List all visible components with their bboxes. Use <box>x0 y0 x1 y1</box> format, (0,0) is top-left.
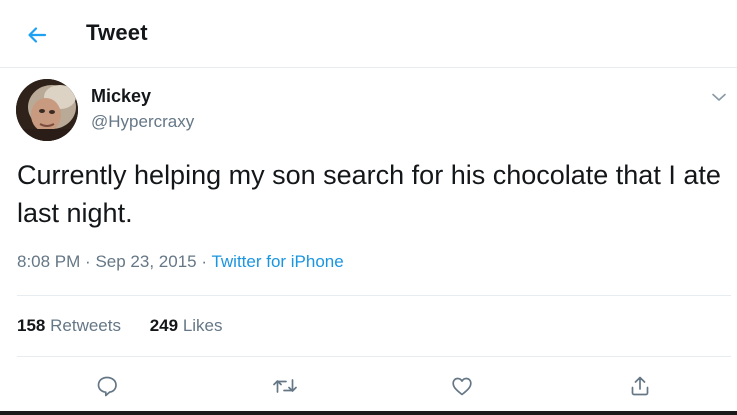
like-icon <box>452 377 472 396</box>
meta-separator: · <box>201 252 208 271</box>
tweet-metadata: 8:08 PM · Sep 23, 2015 · Twitter for iPh… <box>17 252 344 272</box>
like-button[interactable] <box>446 370 478 402</box>
divider <box>17 356 731 357</box>
retweets-count: 158 <box>17 316 46 335</box>
divider <box>17 295 731 296</box>
more-options-button[interactable] <box>706 84 732 110</box>
retweet-icon <box>273 379 297 393</box>
likes-count: 249 <box>149 316 179 335</box>
reply-button[interactable] <box>91 370 123 402</box>
likes-stat[interactable]: 249 Likes <box>150 316 223 336</box>
page-title: Tweet <box>86 20 148 45</box>
bottom-border <box>0 411 737 415</box>
tweet-time[interactable]: 8:08 PM <box>17 252 80 271</box>
chevron-down-icon <box>712 93 726 101</box>
tweet-stats: 158 Retweets 249 Likes <box>17 316 247 336</box>
avatar[interactable] <box>16 79 78 141</box>
tweet-date[interactable]: Sep 23, 2015 <box>95 252 196 271</box>
tweet-actions <box>0 366 737 406</box>
author-display-name[interactable]: Mickey <box>91 86 151 107</box>
likes-label: Likes <box>182 316 223 335</box>
tweet-text: Currently helping my son search for his … <box>17 160 721 228</box>
back-button[interactable] <box>20 18 54 52</box>
share-icon <box>631 376 649 396</box>
user-avatar-icon <box>16 79 78 141</box>
reply-icon <box>97 376 117 397</box>
retweets-stat[interactable]: 158 Retweets <box>17 316 121 336</box>
meta-separator: · <box>85 252 91 271</box>
tweet-source-link[interactable]: Twitter for iPhone <box>211 252 343 271</box>
retweets-label: Retweets <box>50 316 121 335</box>
arrow-left-icon <box>28 27 47 43</box>
author-handle[interactable]: @Hypercraxy <box>91 112 194 132</box>
tweet-header: Tweet <box>0 0 737 68</box>
share-button[interactable] <box>624 370 656 402</box>
retweet-button[interactable] <box>269 370 301 402</box>
